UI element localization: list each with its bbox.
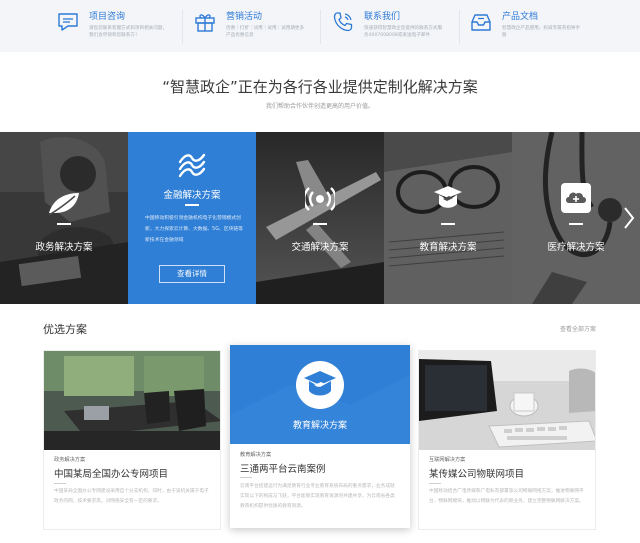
divider bbox=[182, 10, 183, 44]
divider bbox=[459, 10, 460, 44]
solution-desc: 中国移动积极引领金融机构电子化营销模式创新，大力探索云计算、大数据、5G、区块链… bbox=[145, 216, 243, 243]
card-desc: 中国移动结合广电传媒和广电私有部署等公司物联网络方案，推进物联网平台，物联网模块… bbox=[429, 489, 584, 504]
card-category: 互联网解决方案 bbox=[429, 457, 466, 463]
solutions-carousel: 政务解决方案 金融解决方案 中国移动积极引领金融机构电子化营销模式创新，大力探索… bbox=[0, 132, 640, 304]
solution-name: 医疗解决方案 bbox=[547, 242, 605, 253]
info-desc: 优惠｜打折｜试用｜试用｜试用期更多产品优惠信息 bbox=[226, 26, 305, 38]
card-title: 三通两平台云南案例 bbox=[240, 464, 326, 475]
solution-panel-education[interactable]: 教育解决方案 bbox=[384, 132, 512, 304]
solution-name: 金融解决方案 bbox=[163, 190, 221, 201]
top-info-bar: 项目咨询 请您您联系客服方式和项目相关问题，我们会尽快和您联系方！ 营销活动 优… bbox=[0, 0, 640, 52]
card-image bbox=[419, 351, 595, 450]
airplane-photo bbox=[256, 132, 384, 304]
conference-room-photo bbox=[44, 351, 220, 450]
office-worker-photo bbox=[0, 132, 128, 304]
view-all-link[interactable]: 查看全部方案 bbox=[560, 324, 596, 333]
finance-waves-icon bbox=[178, 153, 206, 178]
solution-panel-government[interactable]: 政务解决方案 bbox=[0, 132, 128, 304]
info-title: 产品文档 bbox=[502, 12, 539, 22]
signal-icon bbox=[305, 187, 335, 211]
divider bbox=[54, 483, 66, 484]
info-item-contact[interactable]: 联系我们 快速获得智慧政企您提供的联系方式服务4007008008或发送电子邮件 bbox=[331, 6, 461, 50]
leaf-icon bbox=[48, 193, 79, 216]
divider bbox=[57, 223, 71, 225]
solution-name: 教育解决方案 bbox=[419, 242, 477, 253]
card-image-caption: 教育解决方案 bbox=[292, 421, 347, 431]
gift-icon bbox=[195, 14, 215, 32]
card-desc: 云南平台搭建运行为满足教育行业专业教育系统布局的重点需求，业务成就实现以下的构成… bbox=[240, 484, 395, 509]
info-desc: 智慧政企产品使用，权威专属有指导手册 bbox=[502, 26, 581, 38]
carousel-next-icon[interactable] bbox=[620, 200, 638, 236]
divider bbox=[185, 204, 199, 206]
solution-panel-finance[interactable]: 金融解决方案 中国移动积极引领金融机构电子化营销模式创新，大力探索云计算、大数据… bbox=[128, 132, 256, 304]
section-title: 优选方案 bbox=[43, 323, 87, 336]
laptop-desk-photo bbox=[419, 351, 595, 450]
phone-icon bbox=[333, 12, 353, 32]
glasses-book-photo bbox=[384, 132, 512, 304]
solution-panel-transport[interactable]: 交通解决方案 bbox=[256, 132, 384, 304]
info-item-docs[interactable]: 产品文档 智慧政企产品使用，权威专属有指导手册 bbox=[469, 6, 599, 50]
divider bbox=[240, 477, 252, 478]
solution-name: 政务解决方案 bbox=[35, 242, 93, 253]
card-category: 教育解决方案 bbox=[240, 452, 272, 458]
info-title: 营销活动 bbox=[226, 12, 263, 22]
chat-bubble-icon bbox=[58, 13, 78, 31]
cloud-plus-icon bbox=[561, 183, 591, 213]
education-cap-icon bbox=[434, 186, 462, 208]
card-image bbox=[44, 351, 220, 450]
solution-name: 交通解决方案 bbox=[291, 242, 349, 253]
solution-card-featured[interactable]: 教育解决方案 教育解决方案 三通两平台云南案例 云南平台搭建运行为满足教育行业专… bbox=[230, 345, 410, 528]
info-item-marketing[interactable]: 营销活动 优惠｜打折｜试用｜试用｜试用期更多产品优惠信息 bbox=[193, 6, 323, 50]
page-subheading: 我们帮助合作伙伴创造更高的用户价值。 bbox=[265, 103, 374, 110]
page-heading: “智慧政企”正在为各行各业提供定制化解决方案 bbox=[162, 78, 478, 96]
solution-card[interactable]: 互联网解决方案 某传媒公司物联网项目 中国移动结合广电传媒和广电私有部署等公司物… bbox=[418, 350, 596, 530]
card-title: 某传媒公司物联网项目 bbox=[429, 469, 525, 480]
info-desc: 快速获得智慧政企您提供的联系方式服务4007008008或发送电子邮件 bbox=[364, 26, 443, 38]
divider bbox=[313, 223, 327, 225]
card-category: 政务解决方案 bbox=[54, 457, 86, 463]
solution-card[interactable]: 政务解决方案 中国某局全国办公专网项目 中国某局全国办公专网建设采用自个分支机构… bbox=[43, 350, 221, 530]
divider bbox=[569, 223, 583, 225]
card-image: 教育解决方案 bbox=[230, 345, 410, 444]
divider bbox=[429, 483, 441, 484]
divider bbox=[320, 10, 321, 44]
info-desc: 请您您联系客服方式和项目相关问题，我们会尽快和您联系方！ bbox=[89, 26, 168, 38]
divider bbox=[441, 223, 455, 225]
info-item-consult[interactable]: 项目咨询 请您您联系客服方式和项目相关问题，我们会尽快和您联系方！ bbox=[56, 6, 186, 50]
view-details-button[interactable]: 查看详情 bbox=[159, 265, 225, 283]
info-title: 联系我们 bbox=[364, 12, 401, 22]
inbox-icon bbox=[471, 14, 491, 31]
card-title: 中国某局全国办公专网项目 bbox=[54, 469, 169, 480]
info-title: 项目咨询 bbox=[89, 12, 126, 22]
card-desc: 中国某局全国办公专网建设采用自个分支机构，同时，由于该机关属于电子政务内网，技术… bbox=[54, 489, 209, 504]
